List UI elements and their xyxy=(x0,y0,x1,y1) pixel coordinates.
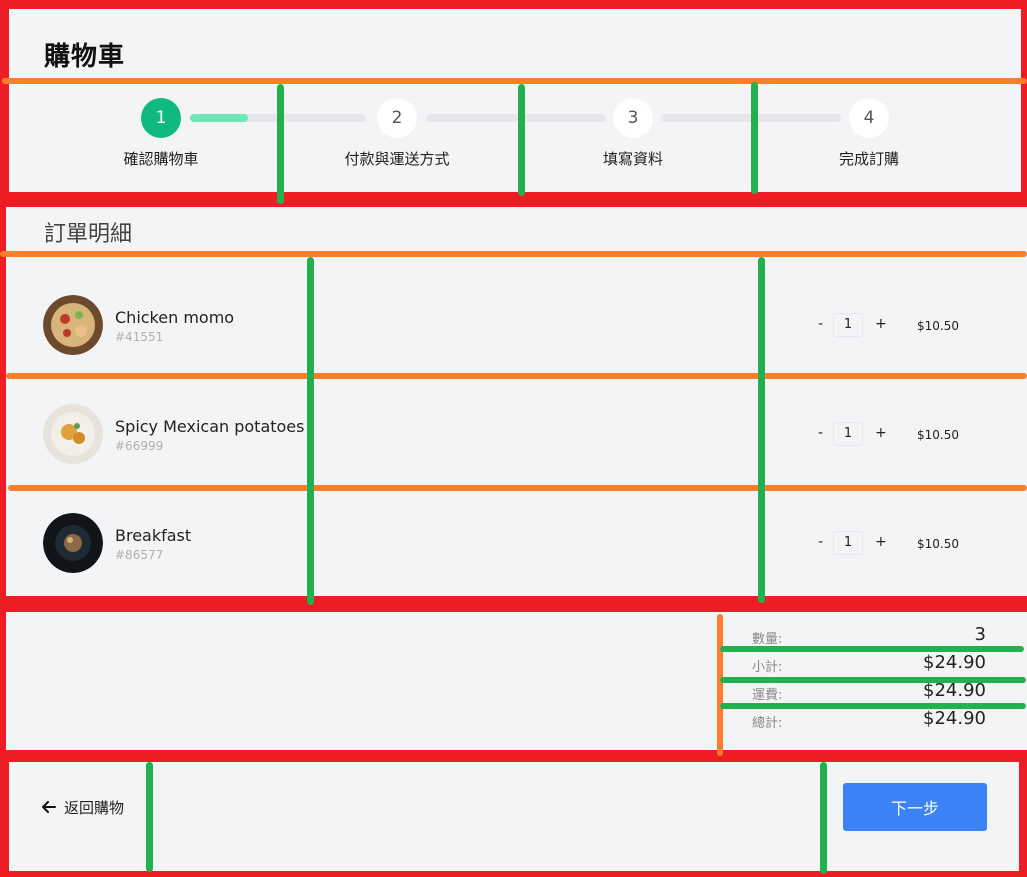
item-2-quantity-input[interactable]: 1 xyxy=(833,422,863,446)
item-1-increase-button[interactable]: + xyxy=(875,316,887,332)
item-1-price: $10.50 xyxy=(917,319,959,333)
order-details-title: 訂單明細 xyxy=(44,222,133,247)
step-track-progress xyxy=(190,114,248,122)
item-1-quantity-input[interactable]: 1 xyxy=(833,313,863,337)
annotation-line xyxy=(820,762,827,874)
back-to-shop-link[interactable]: 返回購物 xyxy=(42,797,124,818)
step-2-circle[interactable]: 2 xyxy=(377,98,417,138)
annotation-line xyxy=(2,78,1027,84)
step-track-2 xyxy=(426,114,606,122)
arrow-left-icon xyxy=(42,799,56,817)
item-3-quantity-input[interactable]: 1 xyxy=(833,531,863,555)
quantity-value: 3 xyxy=(974,624,986,645)
total-label: 總計: xyxy=(752,716,783,731)
item-1-name: Chicken momo xyxy=(115,308,235,327)
annotation-line xyxy=(720,646,1024,652)
annotation-line xyxy=(0,251,1027,257)
back-to-shop-label: 返回購物 xyxy=(64,799,125,817)
item-3-increase-button[interactable]: + xyxy=(875,534,887,550)
item-2-name: Spicy Mexican potatoes xyxy=(115,417,305,436)
subtotal-label: 小計: xyxy=(752,660,783,675)
quantity-label: 數量: xyxy=(752,632,783,647)
shipping-value: $24.90 xyxy=(923,680,986,701)
annotation-line xyxy=(277,84,284,204)
total-value: $24.90 xyxy=(923,708,986,729)
annotation-line xyxy=(146,762,153,872)
annotation-line xyxy=(8,485,1027,491)
annotation-line xyxy=(720,677,1026,683)
annotation-line xyxy=(518,84,525,196)
subtotal-value: $24.90 xyxy=(923,652,986,673)
item-3-decrease-button[interactable]: - xyxy=(818,534,823,550)
step-3-circle[interactable]: 3 xyxy=(613,98,653,138)
annotation-line xyxy=(720,703,1026,709)
shipping-label: 運費: xyxy=(752,688,783,703)
page-title: 購物車 xyxy=(44,42,126,72)
item-1-decrease-button[interactable]: - xyxy=(818,316,823,332)
step-3-label: 填寫資料 xyxy=(602,150,664,168)
step-1-label: 確認購物車 xyxy=(123,150,199,168)
item-2-price: $10.50 xyxy=(917,428,959,442)
item-2-increase-button[interactable]: + xyxy=(875,425,887,441)
item-1-id: #41551 xyxy=(115,330,164,344)
item-2-decrease-button[interactable]: - xyxy=(818,425,823,441)
annotation-line xyxy=(717,614,723,756)
step-4-label: 完成訂購 xyxy=(838,150,900,168)
item-3-price: $10.50 xyxy=(917,537,959,551)
annotation-line xyxy=(307,257,314,605)
annotation-line xyxy=(751,82,758,194)
step-4-circle[interactable]: 4 xyxy=(849,98,889,138)
item-3-name: Breakfast xyxy=(115,526,192,545)
item-2-id: #66999 xyxy=(115,439,164,453)
next-step-button[interactable]: 下一步 xyxy=(843,783,987,831)
chicken-momo-image xyxy=(43,295,103,355)
item-3-id: #86577 xyxy=(115,548,164,562)
step-2-label: 付款與運送方式 xyxy=(344,150,450,168)
spicy-mexican-potatoes-image xyxy=(43,404,103,464)
annotation-line xyxy=(758,257,765,603)
step-1-circle[interactable]: 1 xyxy=(141,98,181,138)
annotation-line xyxy=(6,373,1027,379)
breakfast-image xyxy=(43,513,103,573)
